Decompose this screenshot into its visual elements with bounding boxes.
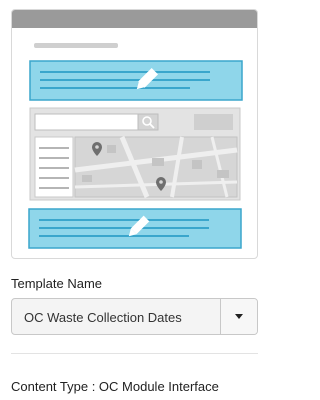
editable-region-top[interactable]	[29, 60, 243, 101]
template-preview-card	[11, 9, 258, 259]
template-name-select[interactable]: OC Waste Collection Dates	[11, 298, 258, 335]
template-name-value: OC Waste Collection Dates	[24, 310, 182, 325]
module-preview	[29, 107, 241, 201]
editable-region-bottom[interactable]	[28, 208, 242, 249]
preview-button	[194, 114, 233, 130]
preview-search-input	[34, 113, 139, 131]
preview-header-bar	[12, 10, 257, 28]
search-icon	[137, 113, 159, 131]
section-divider	[11, 353, 258, 354]
content-type-text: Content Type : OC Module Interface	[11, 379, 219, 394]
preview-title-line	[34, 43, 118, 48]
template-preview-illustration	[12, 10, 257, 249]
caret-down-icon	[235, 314, 243, 319]
template-name-label: Template Name	[11, 276, 103, 291]
dropdown-toggle-button[interactable]	[220, 299, 257, 334]
